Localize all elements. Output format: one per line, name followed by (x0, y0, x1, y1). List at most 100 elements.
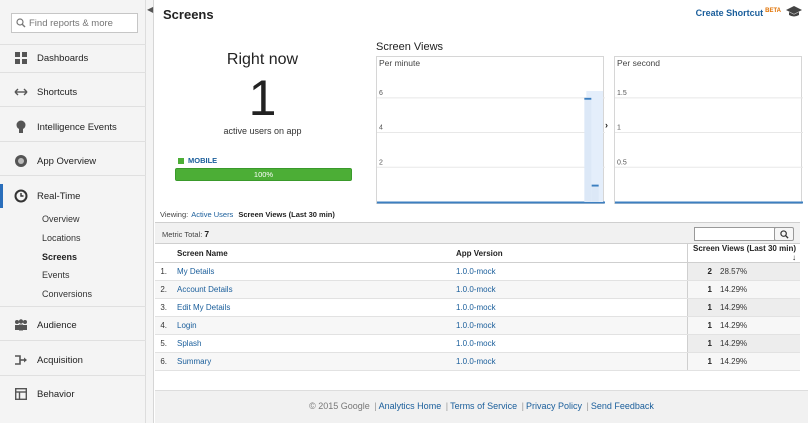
per-second-chart: Per second 0.511.5-60 sec-45 sec-30 sec-… (614, 56, 803, 204)
terms-link[interactable]: Terms of Service (450, 401, 517, 411)
send-feedback-link[interactable]: Send Feedback (591, 401, 654, 411)
screen-views-count: 1 (686, 280, 716, 299)
device-legend: MOBILE (178, 156, 217, 165)
screen-name-link[interactable]: My Details (173, 262, 452, 281)
table-row: 6. Summary 1.0.0-mock 1 14.29% (155, 352, 800, 371)
sub-conversions[interactable]: Conversions (42, 289, 92, 299)
sidebar: Dashboards Shortcuts Intelligence Events… (0, 0, 146, 423)
sort-desc-icon: ↓ (792, 253, 796, 262)
active-users-count: 1 (248, 70, 277, 126)
nav-label: Acquisition (37, 354, 83, 366)
screen-views-title: Screen Views (376, 41, 444, 53)
index-header (155, 244, 173, 263)
row-index: 5. (155, 334, 173, 353)
sub-events[interactable]: Events (42, 270, 70, 280)
screen-name-link[interactable]: Login (173, 316, 452, 335)
window-icon (14, 387, 28, 401)
metric-total-value: 7 (204, 229, 210, 239)
nav-behavior[interactable]: Behavior (0, 383, 146, 405)
nav-audience[interactable]: Audience (0, 314, 146, 336)
screen-name-link[interactable]: Edit My Details (173, 298, 452, 317)
viewing-label: Viewing: (160, 210, 189, 219)
chart-expand-arrow-icon[interactable]: › (605, 120, 608, 130)
nav-label: Real-Time (37, 190, 81, 202)
footer: © 2015 Google | Analytics Home | Terms of … (155, 390, 808, 423)
screen-views-percent: 14.29% (716, 334, 800, 353)
create-shortcut-label: Create Shortcut (695, 8, 764, 18)
nav-shortcuts[interactable]: Shortcuts (0, 81, 146, 103)
nav-label: App Overview (37, 155, 97, 167)
divider (0, 340, 146, 341)
active-users-link[interactable]: Active Users (191, 210, 233, 219)
app-version-link[interactable]: 1.0.0-mock (452, 298, 687, 317)
right-now-title: Right now (226, 51, 299, 68)
graduation-cap-icon[interactable] (786, 6, 802, 18)
arrows-icon (14, 85, 28, 99)
nav-acquisition[interactable]: Acquisition (0, 349, 146, 371)
screen-views-percent: 28.57% (716, 262, 800, 281)
device-share-bar: 100% (175, 168, 352, 181)
viewing-selector: Viewing: Active Users Screen Views (Last 3… (160, 210, 335, 219)
sub-overview[interactable]: Overview (42, 214, 80, 224)
sub-screens[interactable]: Screens (42, 252, 77, 262)
y-tick-label: 2 (379, 159, 383, 166)
row-index: 4. (155, 316, 173, 335)
divider (0, 306, 146, 307)
chart-svg: 246-26 min-21 min-16 min-11 min-6 min-1 (377, 90, 605, 204)
device-label: MOBILE (188, 156, 218, 165)
nav-dashboards[interactable]: Dashboards (0, 47, 146, 69)
divider (0, 72, 146, 73)
privacy-link[interactable]: Privacy Policy (526, 401, 582, 411)
nav-label: Intelligence Events (37, 121, 117, 133)
screen-views-count: 2 (686, 262, 716, 281)
table-filter-input[interactable] (694, 227, 782, 241)
y-tick-label: 0.5 (617, 159, 627, 166)
create-shortcut-link[interactable]: Create Shortcut BETA (696, 8, 781, 18)
divider (0, 175, 146, 176)
screen-name-link[interactable]: Splash (173, 334, 452, 353)
beta-badge: BETA (765, 8, 781, 14)
screen-name-header[interactable]: Screen Name (173, 244, 452, 263)
search-box[interactable] (11, 13, 138, 33)
row-index: 2. (155, 280, 173, 299)
table-row: 4. Login 1.0.0-mock 1 14.29% (155, 316, 800, 335)
analytics-home-link[interactable]: Analytics Home (379, 401, 442, 411)
sidebar-collapse-handle[interactable]: ◀ (146, 0, 154, 423)
table-row: 3. Edit My Details 1.0.0-mock 1 14.29% (155, 298, 800, 317)
screen-name-link[interactable]: Summary (173, 352, 452, 371)
nav-app-overview[interactable]: App Overview (0, 150, 146, 172)
app-version-link[interactable]: 1.0.0-mock (452, 334, 687, 353)
app-version-link[interactable]: 1.0.0-mock (452, 352, 687, 371)
nav-real-time[interactable]: Real-Time (0, 185, 146, 207)
table-header-row: Screen Name App Version Screen Views (La… (155, 244, 800, 263)
mobile-swatch (178, 157, 184, 164)
screen-views-count: 1 (686, 352, 716, 371)
per-minute-chart: Per minute 246-26 min-21 min-16 min-11 m… (376, 56, 605, 204)
copyright: © 2015 Google (309, 401, 370, 411)
app-version-link[interactable]: 1.0.0-mock (452, 280, 687, 299)
clock-icon (14, 189, 28, 203)
screen-views-header[interactable]: Screen Views (Last 30 min) ↓ (686, 244, 800, 263)
y-tick-label: 1 (617, 125, 621, 132)
metric-total: Metric Total: 7 (162, 229, 209, 239)
row-index: 6. (155, 352, 173, 371)
device-share-text: 100% (253, 170, 274, 179)
search-input[interactable] (29, 17, 134, 29)
app-version-link[interactable]: 1.0.0-mock (452, 316, 687, 335)
divider (0, 141, 146, 142)
bar-body (584, 99, 592, 202)
collapse-arrow-icon: ◀ (147, 5, 154, 14)
y-tick-label: 6 (379, 90, 383, 97)
app-version-link[interactable]: 1.0.0-mock (452, 262, 687, 281)
nav-intelligence-events[interactable]: Intelligence Events (0, 116, 146, 138)
grid-icon (14, 51, 28, 65)
row-index: 1. (155, 262, 173, 281)
sub-locations[interactable]: Locations (42, 233, 81, 243)
screen-name-link[interactable]: Account Details (173, 280, 452, 299)
app-version-header[interactable]: App Version (452, 244, 687, 263)
table-row: 2. Account Details 1.0.0-mock 1 14.29% (155, 280, 800, 299)
bar-mark (591, 184, 599, 187)
table-row: 1. My Details 1.0.0-mock 2 28.57% (155, 262, 800, 281)
table-search-button[interactable] (774, 227, 794, 241)
circle-icon (14, 154, 28, 168)
